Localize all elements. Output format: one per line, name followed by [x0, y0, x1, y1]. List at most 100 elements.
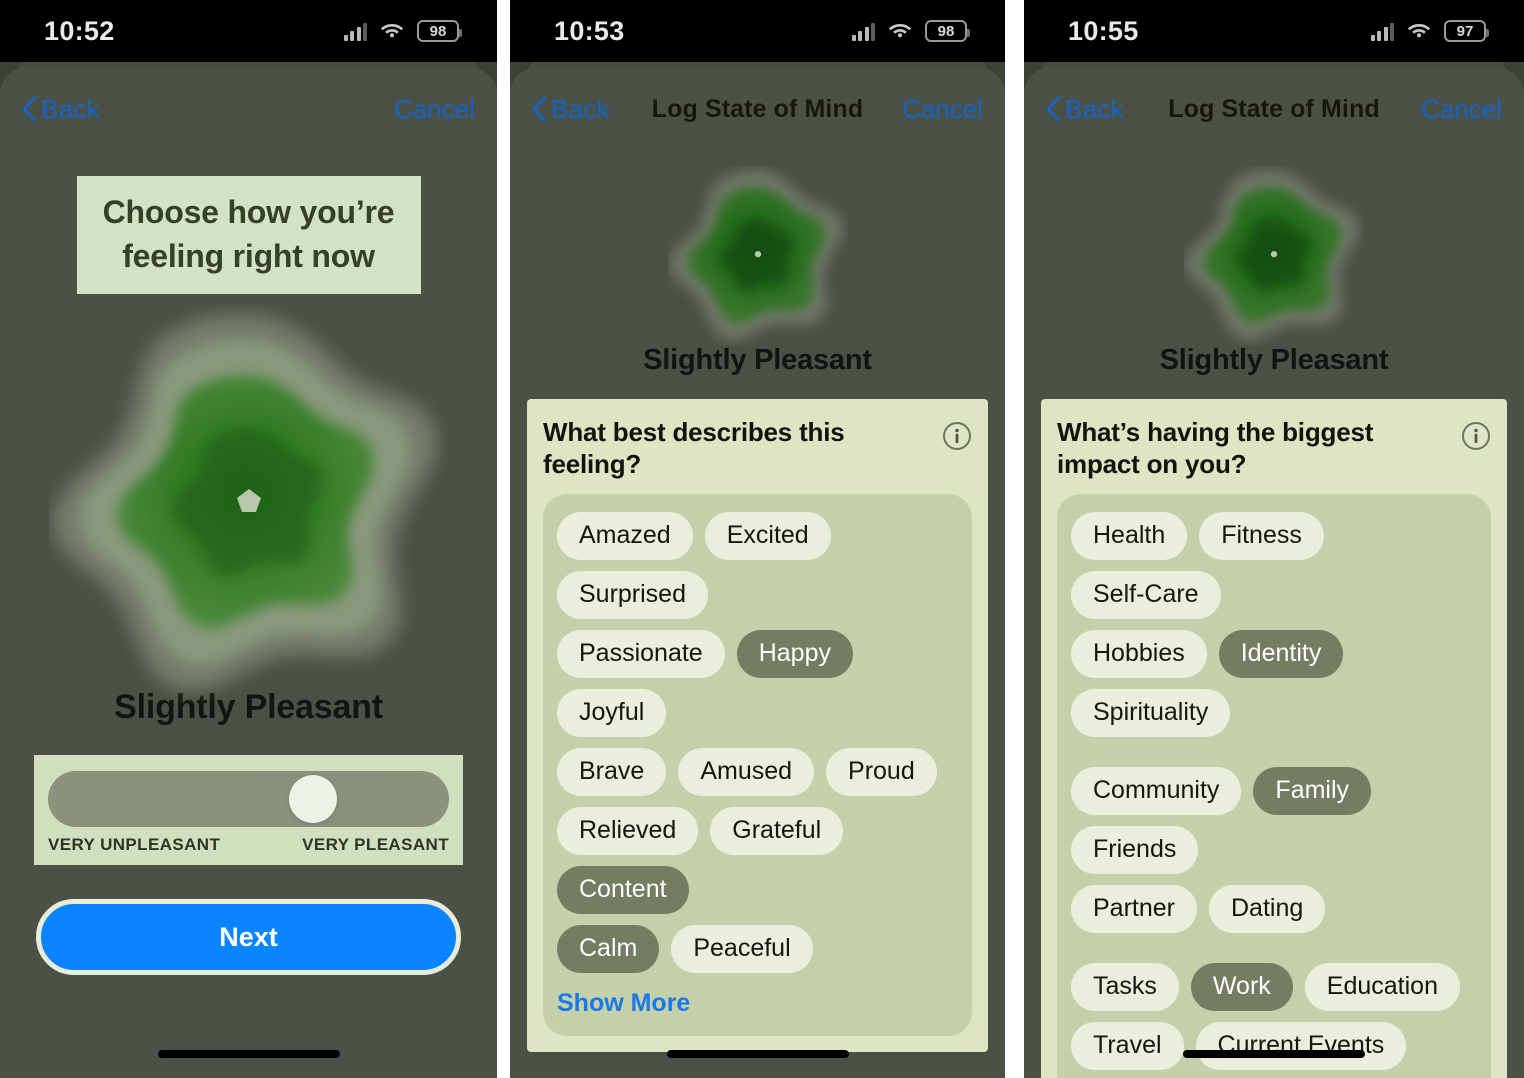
status-bar: 10:52 98: [0, 0, 497, 62]
status-bar: 10:55 97: [1024, 0, 1524, 62]
wifi-icon: [1407, 22, 1431, 40]
info-circle-icon[interactable]: [1461, 421, 1491, 451]
status-time: 10:55: [1068, 15, 1139, 46]
cellular-bars-icon: [343, 22, 367, 41]
screenshot-stage: 10:52 98 Back Cancel Choose how you’re f…: [0, 0, 1524, 1078]
question-title: What’s having the biggest impact on you?: [1057, 417, 1374, 479]
slider-right-label: VERY PLEASANT: [302, 835, 449, 855]
back-button[interactable]: Back: [22, 94, 100, 125]
info-circle-icon[interactable]: [942, 421, 972, 451]
chip-fitness[interactable]: Fitness: [1199, 512, 1324, 561]
phone-screen-describe-feeling: 10:53 98 Back Log State of Mind Cancel S…: [510, 0, 1005, 1078]
battery-level: 97: [1456, 22, 1474, 40]
battery-level: 98: [429, 22, 447, 40]
home-indicator: [1183, 1050, 1365, 1058]
status-indicators: 97: [1370, 20, 1489, 42]
chip-row: Tasks Work Education: [1071, 963, 1477, 1012]
headline-container: Choose how you’re feeling right now: [0, 176, 497, 295]
chip-tasks[interactable]: Tasks: [1071, 963, 1179, 1012]
wifi-icon: [888, 22, 912, 40]
status-time: 10:53: [554, 15, 625, 46]
mood-flower-graphic[interactable]: [49, 304, 449, 704]
status-indicators: 98: [851, 20, 970, 42]
question-title: What best describes this feeling?: [543, 417, 845, 479]
cancel-button[interactable]: Cancel: [394, 94, 475, 125]
chip-dating[interactable]: Dating: [1208, 885, 1326, 934]
chip-friends[interactable]: Friends: [1071, 826, 1199, 875]
chip-group-activities: Tasks Work Education Travel Current Even…: [1071, 963, 1477, 1078]
slider-knob[interactable]: [288, 775, 337, 824]
chip-education[interactable]: Education: [1304, 963, 1460, 1012]
chevron-left-icon: [22, 96, 37, 122]
chip-row: Relieved Grateful Content: [557, 807, 958, 915]
chip-excited[interactable]: Excited: [704, 512, 831, 561]
phone-screen-biggest-impact: 10:55 97 Back Log State of Mind Cancel S…: [1024, 0, 1524, 1078]
chip-travel[interactable]: Travel: [1071, 1022, 1184, 1071]
chip-joyful[interactable]: Joyful: [557, 689, 667, 738]
chip-partner[interactable]: Partner: [1071, 885, 1197, 934]
panel-gap-2: [1005, 0, 1024, 1078]
question-header: What’s having the biggest impact on you?: [1057, 417, 1491, 480]
chip-community[interactable]: Community: [1071, 767, 1242, 816]
chip-row: Travel Current Events: [1071, 1022, 1477, 1071]
chip-current-events[interactable]: Current Events: [1195, 1022, 1407, 1071]
nav-bar: Back Log State of Mind Cancel: [510, 68, 1005, 150]
chip-row: Passionate Happy Joyful: [557, 630, 958, 738]
chevron-left-icon: [532, 96, 547, 122]
chip-row: Calm Peaceful: [557, 925, 958, 974]
home-indicator: [157, 1050, 340, 1058]
chip-work[interactable]: Work: [1190, 963, 1293, 1012]
mood-flower-graphic[interactable]: [668, 166, 848, 346]
back-label: Back: [551, 93, 610, 124]
chip-row: Hobbies Identity Spirituality: [1071, 630, 1477, 738]
chip-family[interactable]: Family: [1253, 767, 1372, 816]
cellular-bars-icon: [851, 22, 875, 41]
question-header: What best describes this feeling?: [543, 417, 972, 480]
battery-icon: 97: [1444, 20, 1489, 42]
wifi-icon: [380, 22, 404, 40]
slider-track[interactable]: [48, 771, 449, 828]
battery-level: 98: [937, 22, 955, 40]
back-button[interactable]: Back: [1046, 94, 1124, 125]
chip-surprised[interactable]: Surprised: [557, 571, 708, 620]
modal-sheet: Back Cancel Choose how you’re feeling ri…: [0, 68, 497, 1078]
status-time: 10:52: [44, 15, 115, 46]
chip-spirituality[interactable]: Spirituality: [1071, 689, 1231, 738]
cancel-button[interactable]: Cancel: [1421, 94, 1502, 125]
slider-left-label: VERY UNPLEASANT: [48, 835, 221, 855]
chip-group: Amazed Excited Surprised Passionate Happ…: [557, 512, 958, 974]
chip-group-relationships: Community Family Friends Partner Dating: [1071, 767, 1477, 934]
status-indicators: 98: [343, 20, 462, 42]
primary-action-container: Next: [36, 899, 461, 976]
modal-sheet: Back Log State of Mind Cancel Slightly P…: [1024, 68, 1524, 1078]
chip-health[interactable]: Health: [1071, 512, 1188, 561]
chip-amused[interactable]: Amused: [678, 748, 815, 797]
show-more-button[interactable]: Show More: [557, 989, 958, 1018]
chip-relieved[interactable]: Relieved: [557, 807, 699, 856]
chip-brave[interactable]: Brave: [557, 748, 667, 797]
slider-labels: VERY UNPLEASANT VERY PLEASANT: [48, 835, 449, 855]
chip-happy[interactable]: Happy: [736, 630, 853, 679]
next-button[interactable]: Next: [36, 899, 461, 976]
nav-bar: Back Cancel: [0, 68, 497, 150]
chip-peaceful[interactable]: Peaceful: [671, 925, 813, 974]
chip-calm[interactable]: Calm: [557, 925, 660, 974]
chip-proud[interactable]: Proud: [826, 748, 937, 797]
cancel-button[interactable]: Cancel: [902, 94, 983, 125]
chip-amazed[interactable]: Amazed: [557, 512, 693, 561]
valence-slider[interactable]: VERY UNPLEASANT VERY PLEASANT: [34, 755, 463, 866]
chip-content[interactable]: Content: [557, 866, 689, 915]
battery-icon: 98: [417, 20, 462, 42]
panel-gap-1: [497, 0, 510, 1078]
phone-screen-choose-feeling: 10:52 98 Back Cancel Choose how you’re f…: [0, 0, 497, 1078]
chip-identity[interactable]: Identity: [1218, 630, 1344, 679]
chip-row: Brave Amused Proud: [557, 748, 958, 797]
back-button[interactable]: Back: [532, 94, 610, 125]
chip-grateful[interactable]: Grateful: [710, 807, 844, 856]
chip-self-care[interactable]: Self-Care: [1071, 571, 1221, 620]
mood-label: Slightly Pleasant: [643, 344, 872, 376]
chip-container: Amazed Excited Surprised Passionate Happ…: [543, 494, 972, 1037]
chip-hobbies[interactable]: Hobbies: [1071, 630, 1207, 679]
mood-flower-graphic[interactable]: [1184, 166, 1364, 346]
chip-passionate[interactable]: Passionate: [557, 630, 725, 679]
